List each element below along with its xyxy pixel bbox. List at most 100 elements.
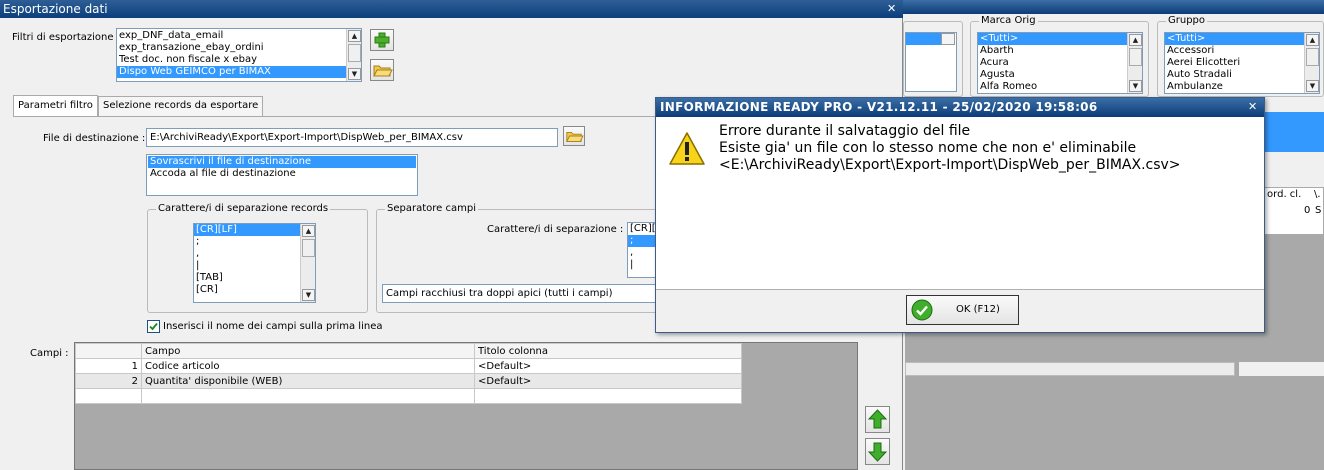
table-header-cell: Titolo colonna bbox=[474, 343, 742, 359]
scroll-thumb[interactable] bbox=[348, 44, 361, 62]
list-item[interactable]: | bbox=[194, 260, 300, 272]
table-cell[interactable]: <Default> bbox=[474, 358, 742, 374]
table-row[interactable]: 1 Codice articolo <Default> bbox=[75, 358, 742, 374]
fields-label: Campi : bbox=[30, 348, 69, 359]
move-up-button[interactable] bbox=[865, 406, 890, 433]
list-item[interactable]: [TAB] bbox=[194, 272, 300, 284]
list-item[interactable]: Auto Stradali bbox=[1165, 69, 1304, 81]
list-item[interactable]: Alfa Romeo bbox=[978, 81, 1127, 93]
quote-mode-select[interactable]: Campi racchiusi tra doppi apici (tutti i… bbox=[382, 284, 662, 303]
list-item[interactable]: Abarth bbox=[978, 45, 1127, 57]
scroll-down-icon[interactable]: ▼ bbox=[302, 289, 315, 301]
gruppo-listbox[interactable]: <Tutti> Accessori Aerei Elicotteri Auto Str… bbox=[1164, 32, 1320, 94]
table-row[interactable]: 2 Quantita' disponibile (WEB) <Default> bbox=[75, 373, 742, 389]
list-item[interactable]: Agusta bbox=[978, 69, 1127, 81]
tab-label: Parametri filtro bbox=[18, 100, 93, 111]
add-filter-button[interactable] bbox=[370, 29, 394, 51]
folder-icon bbox=[566, 131, 584, 142]
browse-dest-file-button[interactable] bbox=[563, 126, 585, 146]
partial-filter-scroll-up[interactable] bbox=[941, 33, 955, 45]
scroll-up-icon[interactable]: ▲ bbox=[348, 30, 361, 42]
list-item[interactable]: Accoda al file di destinazione bbox=[148, 168, 416, 180]
table-cell[interactable]: Quantita' disponibile (WEB) bbox=[141, 373, 475, 389]
info-dialog: INFORMAZIONE READY PRO - V21.12.11 - 25/… bbox=[655, 97, 1265, 333]
list-item[interactable]: exp_DNF_data_email bbox=[117, 30, 346, 42]
scroll-up-icon[interactable]: ▲ bbox=[302, 225, 315, 237]
ok-button[interactable]: OK (F12) bbox=[906, 295, 1019, 325]
table-header-cell bbox=[75, 343, 142, 359]
list-item[interactable]: <Tutti> bbox=[1165, 33, 1304, 45]
scroll-down-icon[interactable]: ▼ bbox=[1129, 80, 1142, 92]
dialog-close-icon[interactable]: ✕ bbox=[1248, 100, 1257, 113]
background-hscroll[interactable] bbox=[905, 362, 1235, 376]
open-filter-button[interactable] bbox=[370, 59, 394, 81]
scrollbar[interactable]: ▲ ▼ bbox=[300, 224, 315, 302]
marca-orig-label: Marca Orig bbox=[979, 15, 1038, 26]
record-separator-listbox[interactable]: [CR][LF];, | [TAB] [CR] ▲ ▼ bbox=[193, 223, 316, 303]
dest-file-label: File di destinazione : bbox=[43, 133, 146, 144]
list-item[interactable]: Sovrascrivi il file di destinazione bbox=[148, 156, 416, 168]
write-mode-listbox[interactable]: Sovrascrivi il file di destinazione Accod… bbox=[146, 154, 418, 196]
scroll-up-icon[interactable]: ▲ bbox=[1306, 34, 1319, 46]
header-checkbox-label[interactable]: Inserisci il nome dei campi sulla prima … bbox=[163, 321, 382, 332]
table-cell[interactable]: <Default> bbox=[474, 373, 742, 389]
window-title: Esportazione dati bbox=[3, 2, 108, 16]
grid-header-next: \. bbox=[1314, 189, 1321, 200]
list-item[interactable] bbox=[906, 33, 942, 45]
scrollbar[interactable]: ▲ ▼ bbox=[346, 29, 361, 81]
move-down-button[interactable] bbox=[865, 438, 890, 465]
table-row[interactable] bbox=[75, 388, 742, 404]
table-cell[interactable] bbox=[141, 388, 475, 404]
scroll-down-icon[interactable]: ▼ bbox=[1306, 80, 1319, 92]
arrow-up-icon bbox=[867, 409, 888, 429]
table-header-row: Campo Titolo colonna bbox=[75, 343, 742, 359]
arrow-down-icon bbox=[867, 442, 888, 462]
table-header-cell: Campo bbox=[141, 343, 475, 359]
scrollbar[interactable]: ▲ ▼ bbox=[1304, 33, 1319, 93]
background-grid-light bbox=[1239, 362, 1324, 376]
list-item[interactable]: Test doc. non fiscale x ebay bbox=[117, 54, 346, 66]
dialog-titlebar: INFORMAZIONE READY PRO - V21.12.11 - 25/… bbox=[656, 98, 1264, 117]
background-titlebar bbox=[903, 0, 1324, 14]
list-item[interactable]: Accessori bbox=[1165, 45, 1304, 57]
dialog-message-line-1: Errore durante il salvataggio del file bbox=[719, 123, 971, 139]
filters-listbox[interactable]: exp_DNF_data_email exp_transazione_ebay_o… bbox=[116, 28, 362, 82]
tab-selezione-records[interactable]: Selezione records da esportare bbox=[98, 96, 264, 116]
marca-orig-listbox[interactable]: <Tutti> Abarth Acura Agusta Alfa Romeo ▲ ▼ bbox=[977, 32, 1143, 94]
list-item[interactable]: Dispo Web GEIMCO per BIMAX bbox=[117, 66, 346, 78]
list-item[interactable]: [CR][LF] bbox=[194, 224, 300, 236]
fields-table[interactable]: Campo Titolo colonna 1 Codice articolo <… bbox=[75, 343, 742, 404]
tab-parametri-filtro[interactable]: Parametri filtro bbox=[13, 95, 98, 117]
scroll-thumb[interactable] bbox=[1129, 48, 1142, 66]
scroll-up-icon[interactable]: ▲ bbox=[1129, 34, 1142, 46]
list-item[interactable]: <Tutti> bbox=[978, 33, 1127, 45]
dest-file-input[interactable]: E:\ArchiviReady\Export\Export-Import\Dis… bbox=[146, 128, 558, 147]
list-item[interactable]: , bbox=[194, 248, 300, 260]
scroll-thumb[interactable] bbox=[302, 239, 315, 257]
list-item[interactable]: ; bbox=[194, 236, 300, 248]
scroll-down-icon[interactable]: ▼ bbox=[348, 68, 361, 80]
dialog-message-line-3: <E:\ArchiviReady\Export\Export-Import\Di… bbox=[719, 157, 1181, 173]
list-item[interactable]: Ambulanze bbox=[1165, 81, 1304, 93]
fields-grid-area: Campo Titolo colonna 1 Codice articolo <… bbox=[74, 342, 858, 470]
grid-cell-next: S bbox=[1315, 205, 1322, 216]
tab-label: Selezione records da esportare bbox=[103, 100, 259, 111]
export-window-titlebar: Esportazione dati bbox=[0, 0, 903, 18]
plus-icon bbox=[374, 32, 390, 48]
list-item[interactable]: Aerei Elicotteri bbox=[1165, 57, 1304, 69]
table-cell[interactable]: Codice articolo bbox=[141, 358, 475, 374]
header-checkbox[interactable] bbox=[147, 320, 160, 333]
table-cell: 2 bbox=[75, 373, 142, 389]
scroll-thumb[interactable] bbox=[1306, 48, 1319, 66]
list-item[interactable]: [CR] bbox=[194, 284, 300, 296]
table-cell[interactable] bbox=[474, 388, 742, 404]
dialog-body: Errore durante il salvataggio del file E… bbox=[656, 117, 1264, 289]
list-item[interactable]: exp_transazione_ebay_ordini bbox=[117, 42, 346, 54]
scrollbar[interactable]: ▲ ▼ bbox=[1127, 33, 1142, 93]
list-item[interactable]: Acura bbox=[978, 57, 1127, 69]
table-cell: 1 bbox=[75, 358, 142, 374]
dialog-divider bbox=[656, 289, 1264, 290]
gruppo-label: Gruppo bbox=[1166, 15, 1208, 26]
window-close-icon[interactable]: ✕ bbox=[887, 2, 896, 15]
grid-cell-q-ord: 0 bbox=[1304, 205, 1311, 216]
